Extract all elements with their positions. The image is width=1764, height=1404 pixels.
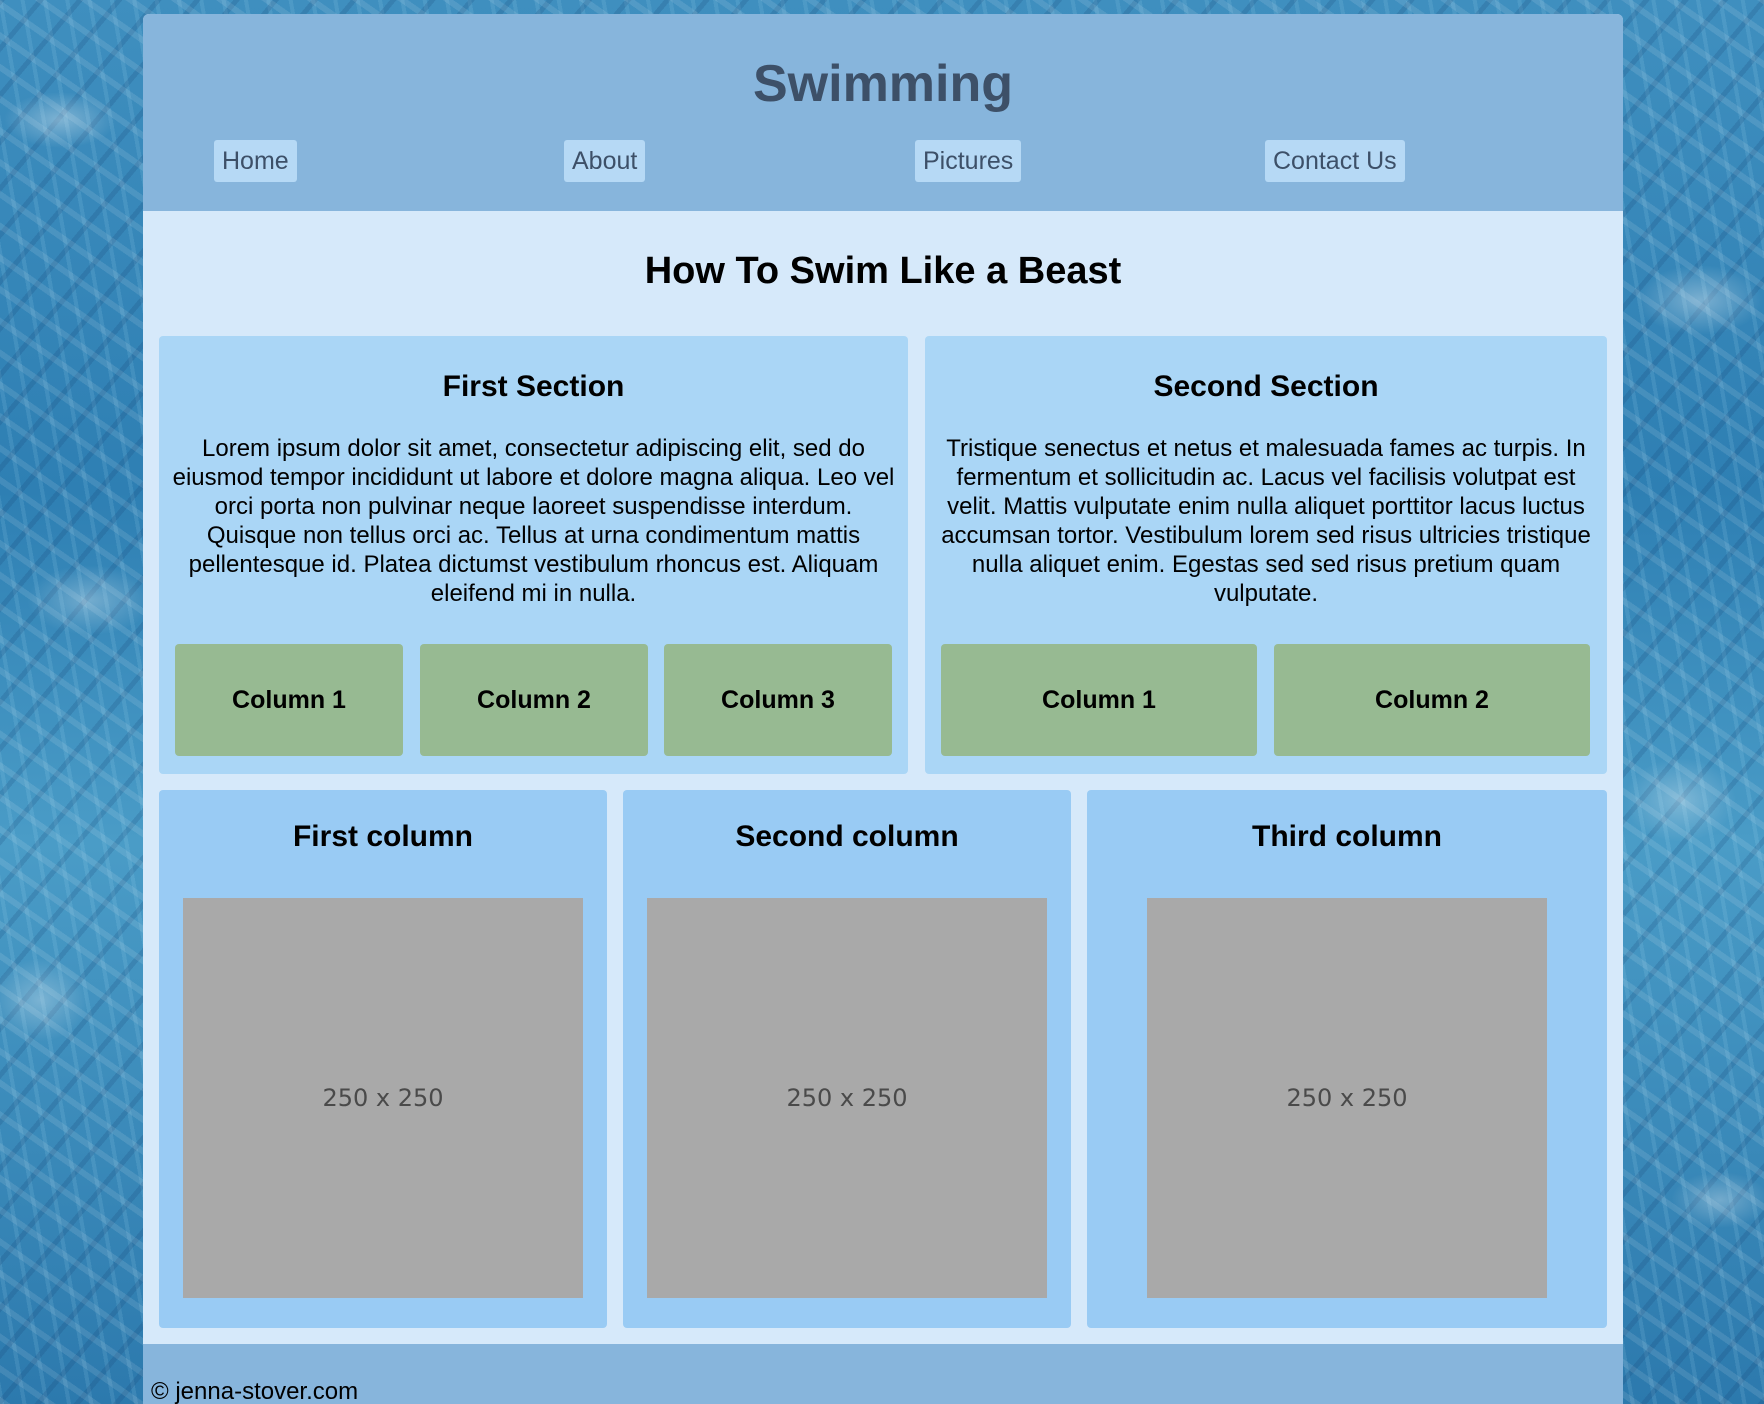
- first-column-card: First column 250 x 250: [159, 790, 607, 1328]
- card-title: First column: [292, 820, 473, 853]
- column-box-2: Column 2: [420, 644, 648, 756]
- footer-copyright: © jenna-stover.com: [151, 1378, 359, 1404]
- column-box-1: Column 1: [175, 644, 403, 756]
- page-container: Swimming Home About Pictures Contact Us …: [143, 14, 1623, 1404]
- placeholder-image: 250 x 250: [647, 898, 1047, 1298]
- card-title: Second column: [735, 820, 959, 853]
- column-box-1: Column 1: [941, 644, 1257, 756]
- card-title: Third column: [1252, 820, 1442, 853]
- nav-home-link[interactable]: Home: [214, 140, 297, 182]
- main-heading: How To Swim Like a Beast: [644, 250, 1122, 292]
- section-text: Tristique senectus et netus et malesuada…: [941, 435, 1591, 607]
- first-section: First Section Lorem ipsum dolor sit amet…: [159, 336, 908, 774]
- nav-pictures-link[interactable]: Pictures: [915, 140, 1022, 182]
- second-section: Second Section Tristique senectus et net…: [925, 336, 1607, 774]
- second-column-card: Second column 250 x 250: [623, 790, 1071, 1328]
- column-box-2: Column 2: [1274, 644, 1590, 756]
- placeholder-image: 250 x 250: [183, 898, 583, 1298]
- section-text: Lorem ipsum dolor sit amet, consectetur …: [172, 435, 895, 607]
- section-title: Second Section: [1153, 370, 1379, 403]
- nav-about-link[interactable]: About: [564, 140, 646, 182]
- section-title: First Section: [442, 370, 625, 403]
- site-header: Swimming Home About Pictures Contact Us: [143, 14, 1623, 211]
- column-box-3: Column 3: [664, 644, 892, 756]
- placeholder-image: 250 x 250: [1147, 898, 1547, 1298]
- third-column-card: Third column 250 x 250: [1087, 790, 1607, 1328]
- nav-contact-link[interactable]: Contact Us: [1265, 140, 1405, 182]
- site-title: Swimming: [752, 55, 1014, 113]
- site-footer: © jenna-stover.com: [143, 1344, 1623, 1404]
